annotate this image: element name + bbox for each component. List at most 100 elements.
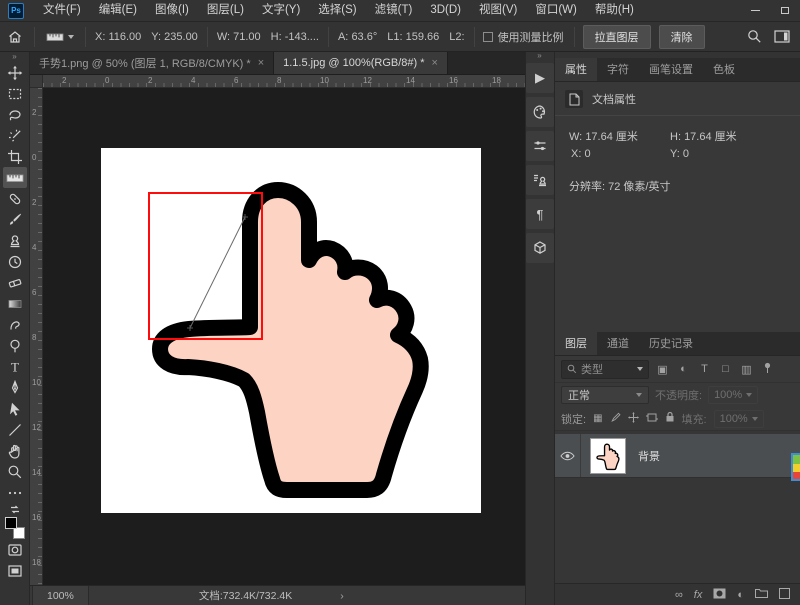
edit-toolbar-button[interactable] xyxy=(3,482,27,503)
vertical-ruler[interactable]: 2 0 2 4 6 8 10 12 14 16 18 xyxy=(30,88,43,585)
horizontal-ruler[interactable]: 2 0 2 4 6 8 10 12 14 16 18 xyxy=(43,75,555,88)
menu-edit[interactable]: 编辑(E) xyxy=(90,0,146,21)
swatches-panel-button[interactable] xyxy=(526,97,554,127)
menu-3d[interactable]: 3D(D) xyxy=(421,0,470,21)
tab-brush-settings[interactable]: 画笔设置 xyxy=(639,58,703,81)
menu-window[interactable]: 窗口(W) xyxy=(526,0,586,21)
layer-filter-type-select[interactable]: 类型 xyxy=(561,360,649,379)
lock-position-icon[interactable] xyxy=(628,412,639,426)
line-tool[interactable] xyxy=(3,419,27,440)
menu-help[interactable]: 帮助(H) xyxy=(586,0,643,21)
tab-layers[interactable]: 图层 xyxy=(555,332,597,355)
swap-colors-icon[interactable] xyxy=(3,503,27,515)
straighten-layer-button[interactable]: 拉直图层 xyxy=(583,25,651,49)
layer-thumbnail[interactable] xyxy=(590,438,626,474)
new-group-icon[interactable] xyxy=(755,588,768,601)
opacity-value-select[interactable]: 100% xyxy=(708,386,758,404)
menu-type[interactable]: 文字(Y) xyxy=(253,0,309,21)
lock-all-icon[interactable] xyxy=(665,411,675,426)
adjustment-layer-icon[interactable]: ◐ xyxy=(737,589,744,601)
clear-button[interactable]: 清除 xyxy=(659,25,705,49)
magic-wand-tool[interactable] xyxy=(3,125,27,146)
lock-artboard-icon[interactable] xyxy=(646,412,658,426)
type-tool[interactable]: T xyxy=(3,356,27,377)
clone-source-panel-button[interactable] xyxy=(526,165,554,195)
canvas-viewport[interactable]: 2 0 2 4 6 8 10 12 14 16 18 2 0 2 4 xyxy=(30,75,555,585)
measure-line[interactable] xyxy=(43,88,555,585)
ruler-tool[interactable] xyxy=(3,167,27,188)
layer-row-background[interactable]: 背景 xyxy=(555,434,800,478)
dodge-tool[interactable] xyxy=(3,335,27,356)
gradient-tool[interactable] xyxy=(3,293,27,314)
home-button[interactable] xyxy=(0,29,30,45)
adjustments-panel-button[interactable] xyxy=(526,131,554,161)
menu-view[interactable]: 视图(V) xyxy=(470,0,526,21)
tab-channels[interactable]: 通道 xyxy=(597,332,639,355)
workspace-switcher-icon[interactable] xyxy=(774,30,790,43)
clone-stamp-tool[interactable] xyxy=(3,230,27,251)
menu-file[interactable]: 文件(F) xyxy=(34,0,90,21)
spot-healing-brush-tool[interactable] xyxy=(3,188,27,209)
pasteboard[interactable] xyxy=(43,88,555,585)
layer-mask-icon[interactable] xyxy=(713,588,726,602)
crop-tool[interactable] xyxy=(3,146,27,167)
tool-options-bar: X: 116.00 Y: 235.00 W: 71.00 H: -143....… xyxy=(0,22,800,52)
lock-transparency-icon[interactable]: ▦ xyxy=(593,413,602,424)
tool-preset-picker[interactable] xyxy=(41,29,79,45)
foreground-color-swatch[interactable] xyxy=(5,517,17,529)
document-tab-2-active[interactable]: 1.1.5.jpg @ 100%(RGB/8#) * × xyxy=(274,52,448,74)
ruler-origin-corner[interactable] xyxy=(30,75,43,88)
rectangular-marquee-tool[interactable] xyxy=(3,83,27,104)
use-measurement-scale-checkbox[interactable] xyxy=(483,32,493,42)
type-layer-filter-icon[interactable]: T xyxy=(697,363,712,375)
adjustment-layer-filter-icon[interactable]: ◐ xyxy=(676,363,691,375)
dock-collapse-icon[interactable]: » xyxy=(537,52,542,61)
filter-pin-icon[interactable] xyxy=(760,362,775,377)
3d-panel-button[interactable] xyxy=(526,233,554,263)
search-icon[interactable] xyxy=(747,29,762,44)
history-brush-tool[interactable] xyxy=(3,251,27,272)
minimize-button[interactable] xyxy=(740,0,770,21)
paragraph-panel-button[interactable]: ¶ xyxy=(526,199,554,229)
measure-y-field: Y: 235.00 xyxy=(151,31,198,43)
lock-pixels-icon[interactable] xyxy=(610,412,621,426)
color-swatches[interactable] xyxy=(4,517,26,539)
pen-tool[interactable] xyxy=(3,377,27,398)
path-selection-tool[interactable] xyxy=(3,398,27,419)
lasso-tool[interactable] xyxy=(3,104,27,125)
document-tab-1[interactable]: 手势1.png @ 50% (图层 1, RGB/8/CMYK) * × xyxy=(30,52,274,74)
hand-tool[interactable] xyxy=(3,440,27,461)
tab-swatches[interactable]: 色板 xyxy=(703,58,745,81)
tab-history[interactable]: 历史记录 xyxy=(639,332,703,355)
status-chevron-icon[interactable]: › xyxy=(340,590,344,602)
screen-mode-button[interactable] xyxy=(3,560,27,581)
blend-mode-select[interactable]: 正常 xyxy=(561,386,649,404)
quick-mask-button[interactable] xyxy=(3,539,27,560)
close-icon[interactable]: × xyxy=(258,57,264,69)
link-layers-icon[interactable]: ∞ xyxy=(675,589,683,601)
fill-value-select[interactable]: 100% xyxy=(714,410,764,428)
menu-filter[interactable]: 滤镜(T) xyxy=(366,0,422,21)
brush-tool[interactable] xyxy=(3,209,27,230)
zoom-tool[interactable] xyxy=(3,461,27,482)
zoom-level-field[interactable]: 100% xyxy=(32,586,89,605)
new-layer-icon[interactable] xyxy=(779,588,790,602)
menu-select[interactable]: 选择(S) xyxy=(309,0,365,21)
menu-layer[interactable]: 图层(L) xyxy=(198,0,253,21)
tab-character[interactable]: 字符 xyxy=(597,58,639,81)
app-logo-icon[interactable]: Ps xyxy=(8,3,24,19)
smudge-tool[interactable] xyxy=(3,314,27,335)
menu-image[interactable]: 图像(I) xyxy=(146,0,198,21)
pixel-layer-filter-icon[interactable]: ▣ xyxy=(655,363,670,376)
smart-object-filter-icon[interactable]: ▥ xyxy=(739,363,754,376)
layer-effects-icon[interactable]: fx xyxy=(694,589,703,601)
maximize-button[interactable] xyxy=(770,0,800,21)
shape-layer-filter-icon[interactable]: □ xyxy=(718,363,733,375)
toolbar-collapse-icon[interactable]: » xyxy=(0,52,29,62)
eraser-tool[interactable] xyxy=(3,272,27,293)
layer-visibility-toggle[interactable] xyxy=(555,434,581,477)
close-icon[interactable]: × xyxy=(432,57,438,69)
actions-panel-button[interactable]: ▶ xyxy=(526,63,554,93)
tab-properties[interactable]: 属性 xyxy=(555,58,597,81)
move-tool[interactable] xyxy=(3,62,27,83)
